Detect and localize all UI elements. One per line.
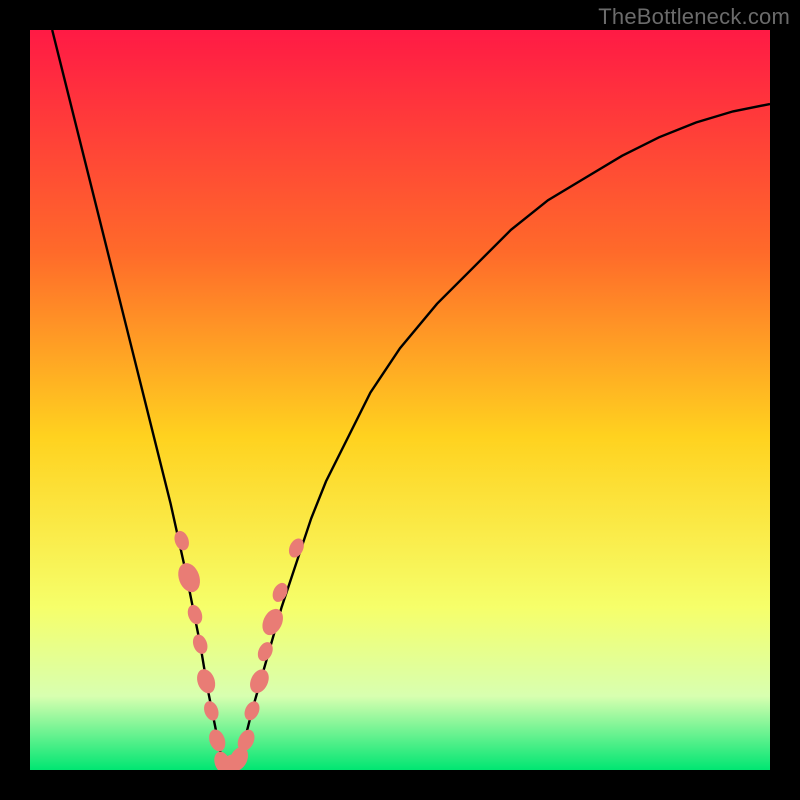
bottleneck-chart [30,30,770,770]
gradient-background [30,30,770,770]
outer-frame: TheBottleneck.com [0,0,800,800]
watermark-text: TheBottleneck.com [598,4,790,30]
plot-area [30,30,770,770]
